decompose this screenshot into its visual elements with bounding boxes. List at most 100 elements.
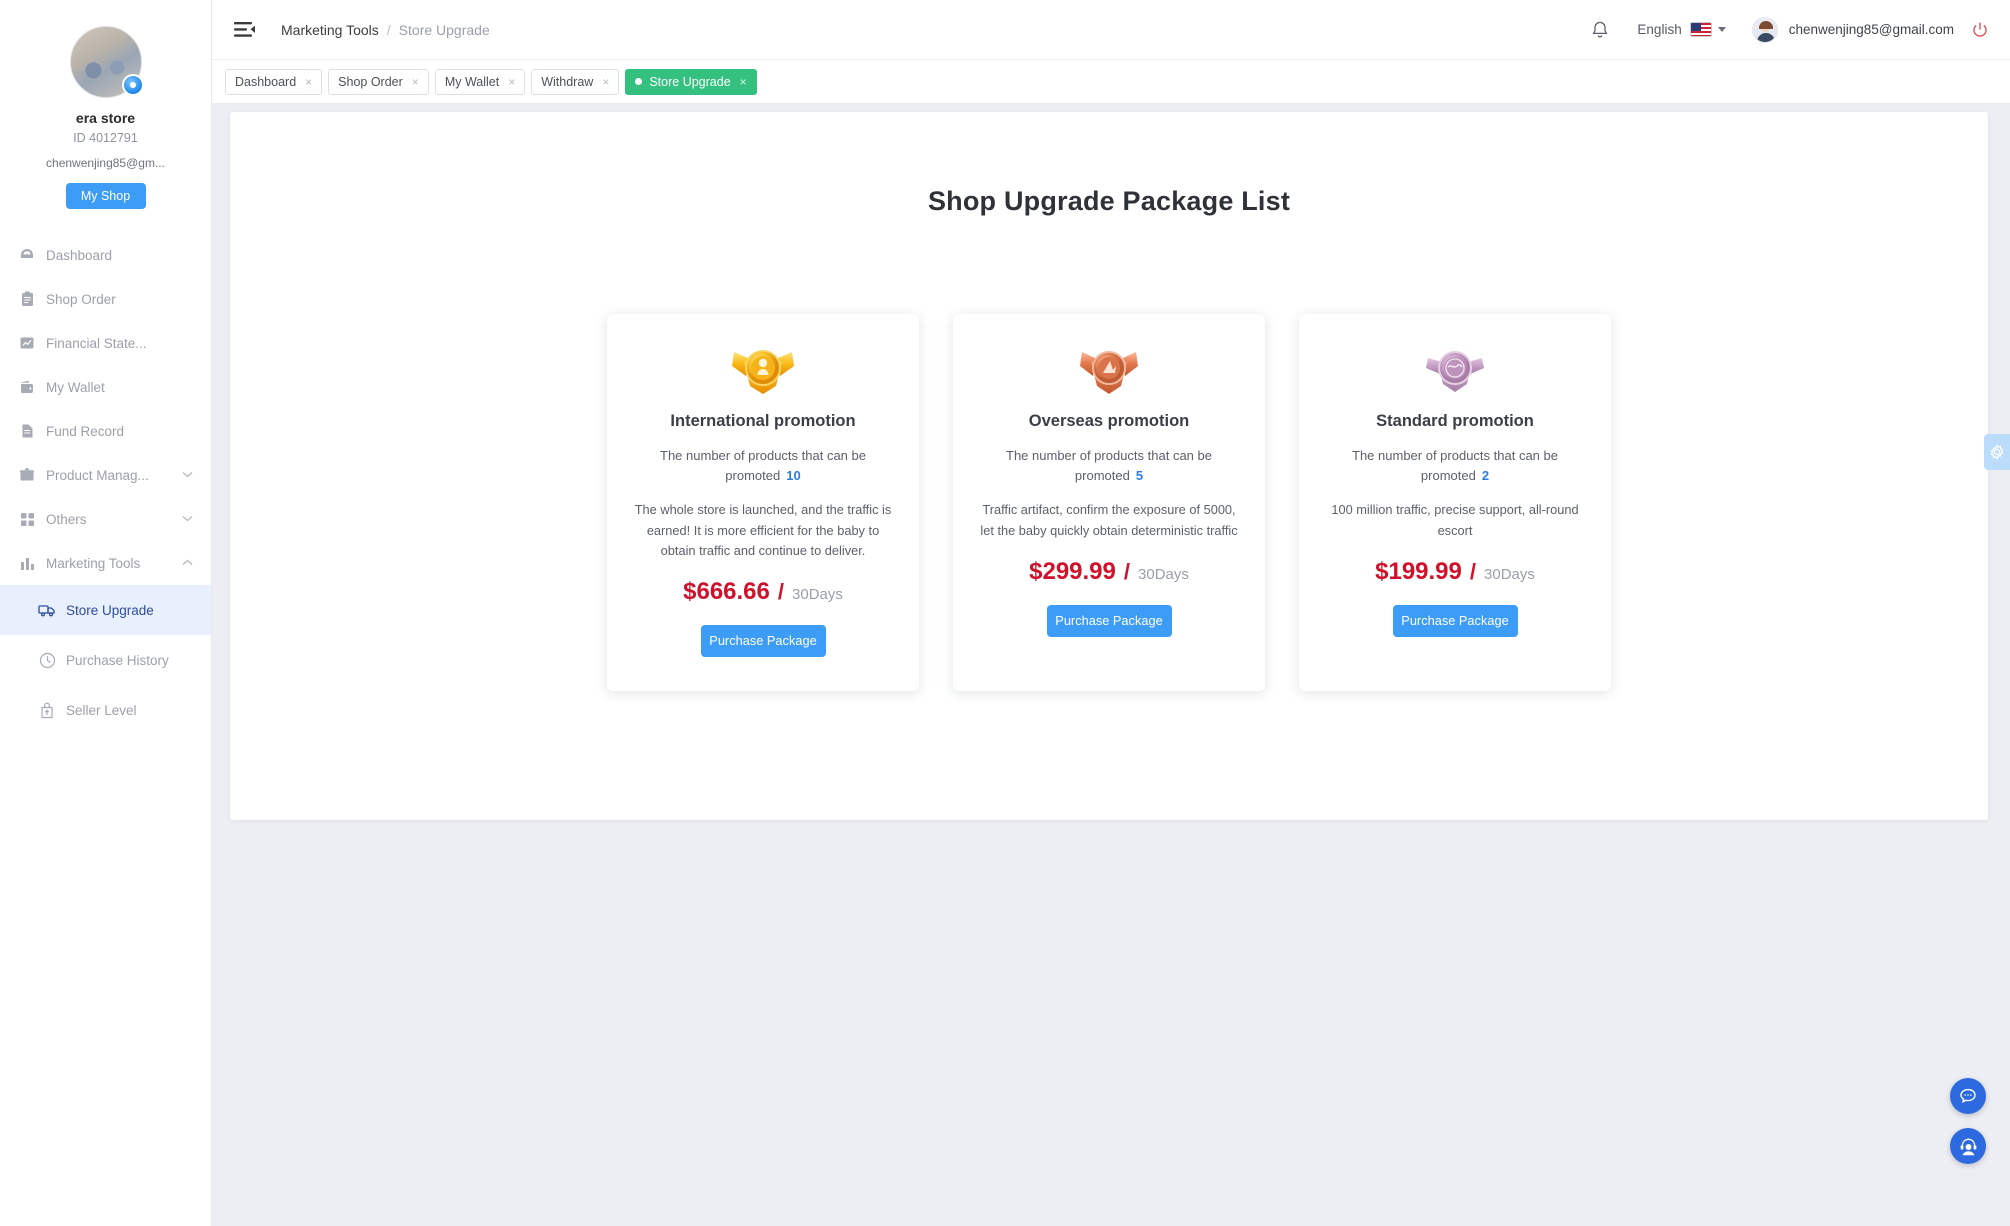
tab-withdraw[interactable]: Withdraw × [531, 68, 620, 95]
price-separator: / [1123, 558, 1131, 584]
package-period: 30Days [792, 585, 843, 603]
package-count: The number of products that can be promo… [629, 446, 897, 486]
close-icon[interactable]: × [305, 75, 312, 89]
package-name: Standard promotion [1376, 412, 1534, 430]
package-count-label: The number of products that can be promo… [1006, 448, 1212, 484]
tab-label: Dashboard [235, 74, 297, 89]
sidebar-item-seller-level[interactable]: Seller Level [0, 685, 211, 735]
user-email-label: chenwenjing85@gmail.com [1788, 22, 1954, 37]
tab-my-wallet[interactable]: My Wallet × [434, 68, 526, 95]
tab-shop-order[interactable]: Shop Order × [328, 68, 429, 95]
store-name: era store [75, 110, 136, 126]
clock-icon [34, 652, 60, 669]
top-header: Marketing Tools / Store Upgrade English … [212, 0, 2010, 60]
main-content: Shop Upgrade Package List International … [212, 104, 2010, 1226]
chevron-down-icon [1717, 27, 1726, 32]
box-icon [14, 467, 40, 483]
chevron-down-icon [182, 469, 193, 481]
close-icon[interactable]: × [740, 75, 747, 89]
purchase-package-button[interactable]: Purchase Package [700, 624, 826, 657]
store-profile: era store ID 4012791 chenwenjing85@gm...… [0, 0, 211, 209]
sidebar-item-label: My Wallet [46, 379, 105, 395]
package-card[interactable]: Overseas promotion The number of product… [953, 314, 1265, 691]
package-count-value: 10 [786, 468, 801, 484]
close-icon[interactable]: × [508, 75, 515, 89]
active-dot-icon [635, 78, 643, 85]
price-separator: / [1469, 558, 1477, 584]
sidebar-item-label: Store Upgrade [66, 602, 154, 618]
sidebar-item-label: Product Manag... [46, 467, 149, 483]
purchase-package-button[interactable]: Purchase Package [1392, 604, 1518, 637]
menu-toggle-icon[interactable] [234, 21, 256, 39]
package-price: $199.99 [1375, 557, 1462, 585]
package-count: The number of products that can be promo… [975, 446, 1243, 486]
package-description: The whole store is launched, and the tra… [634, 502, 892, 558]
package-card[interactable]: Standard promotion The number of product… [1299, 314, 1611, 691]
sidebar-item-marketing-tools[interactable]: Marketing Tools [0, 541, 211, 585]
close-icon[interactable]: × [412, 75, 419, 89]
package-description: Traffic artifact, confirm the exposure o… [980, 502, 1238, 538]
store-email: chenwenjing85@gm... [46, 156, 165, 170]
grid-icon [14, 512, 40, 527]
package-name: International promotion [670, 412, 856, 430]
sidebar-nav: Dashboard Shop Order Financial State... … [0, 233, 211, 735]
sidebar-item-label: Shop Order [46, 291, 116, 307]
truck-icon [34, 603, 60, 617]
package-card[interactable]: International promotion The number of pr… [607, 314, 919, 691]
sidebar-item-fund-record[interactable]: Fund Record [0, 409, 211, 453]
package-price: $666.66 [683, 577, 770, 605]
page-title: Shop Upgrade Package List [927, 186, 1291, 216]
content-panel: Shop Upgrade Package List International … [230, 112, 1988, 820]
notification-bell-icon[interactable] [1589, 19, 1611, 41]
package-count-label: The number of products that can be promo… [1352, 448, 1558, 484]
purchase-package-button[interactable]: Purchase Package [1046, 604, 1172, 637]
bar-chart-icon [14, 556, 40, 571]
package-period: 30Days [1484, 565, 1535, 583]
tab-dashboard[interactable]: Dashboard × [225, 68, 323, 95]
user-avatar [1751, 16, 1778, 43]
sidebar-item-shop-order[interactable]: Shop Order [0, 277, 211, 321]
breadcrumb-separator: / [386, 21, 391, 38]
bronze-medal-icon [1072, 340, 1146, 398]
sidebar-item-financial-statement[interactable]: Financial State... [0, 321, 211, 365]
sidebar-item-product-management[interactable]: Product Manag... [0, 453, 211, 497]
sidebar-item-others[interactable]: Others [0, 497, 211, 541]
tab-label: Shop Order [338, 74, 403, 89]
settings-gear-icon[interactable] [1984, 434, 2010, 470]
logout-power-icon[interactable] [1970, 20, 1990, 40]
chevron-down-icon [182, 513, 193, 525]
avatar [69, 26, 144, 98]
sidebar: era store ID 4012791 chenwenjing85@gm...… [0, 0, 212, 1226]
sidebar-item-store-upgrade[interactable]: Store Upgrade [0, 585, 211, 635]
breadcrumb-parent[interactable]: Marketing Tools [281, 22, 379, 38]
verified-badge-icon [121, 74, 144, 96]
sidebar-item-label: Seller Level [66, 702, 137, 718]
wallet-icon [14, 379, 40, 395]
bag-up-icon [34, 702, 60, 719]
tab-label: Withdraw [541, 74, 594, 89]
header-actions: English chenwenjing85@gmail.com [1589, 16, 2010, 43]
clipboard-icon [14, 291, 40, 307]
sidebar-item-label: Purchase History [66, 652, 169, 668]
package-name: Overseas promotion [1028, 412, 1190, 430]
sidebar-item-dashboard[interactable]: Dashboard [0, 233, 211, 277]
tab-label: Store Upgrade [649, 74, 731, 89]
store-id: ID 4012791 [73, 131, 138, 145]
sidebar-item-label: Fund Record [46, 423, 125, 439]
package-price-row: $666.66 / 30Days [629, 578, 897, 606]
sidebar-item-purchase-history[interactable]: Purchase History [0, 635, 211, 685]
user-menu[interactable]: chenwenjing85@gmail.com [1751, 16, 1954, 43]
package-price: $299.99 [1029, 557, 1116, 585]
close-icon[interactable]: × [602, 75, 609, 89]
price-separator: / [777, 578, 785, 604]
package-count-value: 5 [1135, 468, 1144, 484]
my-shop-button[interactable]: My Shop [65, 183, 146, 209]
language-label: English [1637, 22, 1682, 37]
language-selector[interactable]: English [1637, 22, 1726, 37]
customer-support-button[interactable] [1950, 1128, 1986, 1164]
chat-bubble-button[interactable] [1950, 1078, 1986, 1114]
tab-store-upgrade[interactable]: Store Upgrade × [625, 68, 757, 95]
sidebar-item-my-wallet[interactable]: My Wallet [0, 365, 211, 409]
breadcrumb-current: Store Upgrade [398, 21, 490, 38]
package-price-row: $299.99 / 30Days [975, 558, 1243, 586]
